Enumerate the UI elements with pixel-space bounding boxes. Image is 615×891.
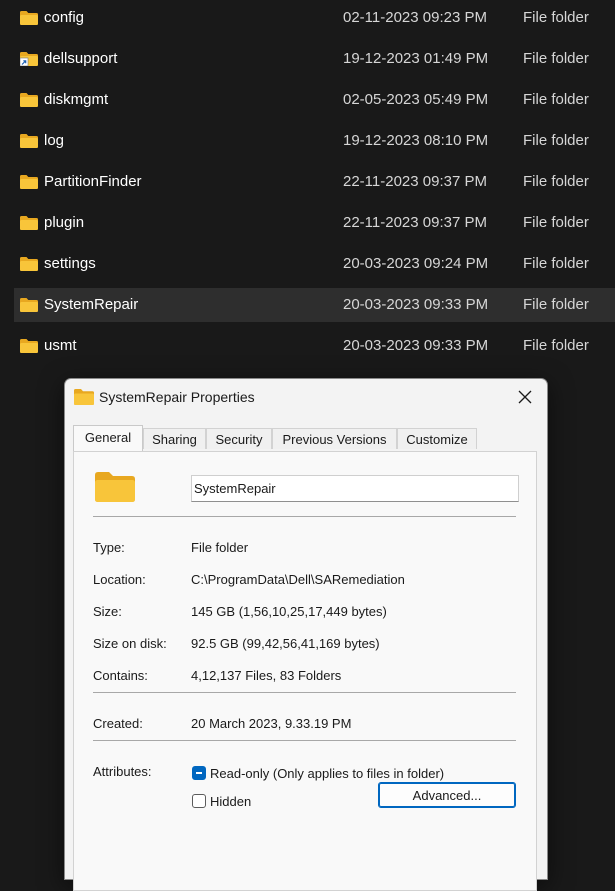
folder-icon (20, 134, 38, 148)
file-name: log (44, 132, 65, 149)
file-date: 20-03-2023 09:24 PM (343, 255, 489, 272)
file-name: PartitionFinder (44, 173, 142, 190)
file-name: plugin (44, 214, 85, 231)
type-value: File folder (191, 540, 249, 555)
properties-dialog: SystemRepair Properties General Sharing … (64, 378, 548, 891)
folder-icon (20, 175, 38, 189)
file-row-partitionfinder[interactable]: PartitionFinder 22-11-2023 09:37 PM File… (14, 165, 615, 199)
file-type: File folder (523, 9, 589, 26)
general-panel: Type: File folder Location: C:\ProgramDa… (73, 451, 537, 891)
separator (93, 692, 516, 693)
size-label: Size: (93, 604, 122, 619)
location-value: C:\ProgramData\Dell\SARemediation (191, 572, 405, 587)
file-type: File folder (523, 214, 589, 231)
created-value: 20 March 2023, 9.33.19 PM (191, 716, 352, 731)
type-label: Type: (93, 540, 125, 555)
dialog-titlebar[interactable]: SystemRepair Properties (65, 379, 547, 417)
file-row-plugin[interactable]: plugin 22-11-2023 09:37 PM File folder (14, 206, 615, 240)
tab-sharing[interactable]: Sharing (143, 428, 206, 449)
file-type: File folder (523, 337, 589, 354)
file-type: File folder (523, 91, 589, 108)
file-row-dellsupport[interactable]: dellsupport 19-12-2023 01:49 PM File fol… (14, 42, 615, 76)
readonly-checkbox[interactable] (192, 766, 206, 780)
tab-customize[interactable]: Customize (397, 428, 477, 449)
folder-icon (20, 298, 38, 312)
size-value: 145 GB (1,56,10,25,17,449 bytes) (191, 604, 387, 619)
file-type: File folder (523, 132, 589, 149)
file-row-systemrepair[interactable]: SystemRepair 20-03-2023 09:33 PM File fo… (14, 288, 615, 322)
file-type: File folder (523, 255, 589, 272)
separator (93, 740, 516, 741)
file-row-log[interactable]: log 19-12-2023 08:10 PM File folder (14, 124, 615, 158)
folder-icon (20, 93, 38, 107)
created-label: Created: (93, 716, 143, 731)
file-name: settings (44, 255, 96, 272)
file-row-diskmgmt[interactable]: diskmgmt 02-05-2023 05:49 PM File folder (14, 83, 615, 117)
file-date: 02-05-2023 05:49 PM (343, 91, 489, 108)
file-date: 19-12-2023 08:10 PM (343, 132, 489, 149)
file-row-usmt[interactable]: usmt 20-03-2023 09:33 PM File folder (14, 329, 615, 363)
tab-previous-versions[interactable]: Previous Versions (272, 428, 397, 449)
tab-general[interactable]: General (73, 425, 143, 451)
file-name: config (44, 9, 85, 26)
file-date: 22-11-2023 09:37 PM (343, 214, 487, 231)
folder-name-input[interactable] (191, 475, 519, 502)
separator (93, 516, 516, 517)
file-type: File folder (523, 50, 589, 67)
file-type: File folder (523, 173, 589, 190)
tab-security[interactable]: Security (206, 428, 272, 449)
folder-icon (74, 389, 94, 405)
file-name: usmt (44, 337, 77, 354)
dialog-title: SystemRepair Properties (99, 389, 255, 405)
file-type: File folder (523, 296, 589, 313)
advanced-button[interactable]: Advanced... (378, 782, 516, 808)
readonly-label[interactable]: Read-only (Only applies to files in fold… (210, 766, 444, 781)
file-name: diskmgmt (44, 91, 109, 108)
size-on-disk-label: Size on disk: (93, 636, 167, 651)
attributes-label: Attributes: (93, 764, 152, 779)
file-date: 20-03-2023 09:33 PM (343, 337, 489, 354)
close-button[interactable] (511, 384, 539, 410)
file-date: 02-11-2023 09:23 PM (343, 9, 487, 26)
folder-icon (20, 216, 38, 230)
contains-value: 4,12,137 Files, 83 Folders (191, 668, 342, 683)
file-row-config[interactable]: config 02-11-2023 09:23 PM File folder (14, 1, 615, 35)
hidden-checkbox[interactable] (192, 794, 206, 808)
file-date: 20-03-2023 09:33 PM (343, 296, 489, 313)
close-icon (518, 390, 532, 404)
hidden-label[interactable]: Hidden (210, 794, 251, 809)
folder-icon (20, 257, 38, 271)
file-name: SystemRepair (44, 296, 139, 313)
folder-icon (95, 472, 135, 502)
file-name: dellsupport (44, 50, 118, 67)
location-label: Location: (93, 572, 146, 587)
contains-label: Contains: (93, 668, 148, 683)
folder-icon (20, 339, 38, 353)
file-date: 19-12-2023 01:49 PM (343, 50, 489, 67)
folder-icon (20, 11, 38, 25)
file-row-settings[interactable]: settings 20-03-2023 09:24 PM File folder (14, 247, 615, 281)
size-on-disk-value: 92.5 GB (99,42,56,41,169 bytes) (191, 636, 380, 651)
file-date: 22-11-2023 09:37 PM (343, 173, 487, 190)
folder-shortcut-icon (20, 52, 38, 66)
